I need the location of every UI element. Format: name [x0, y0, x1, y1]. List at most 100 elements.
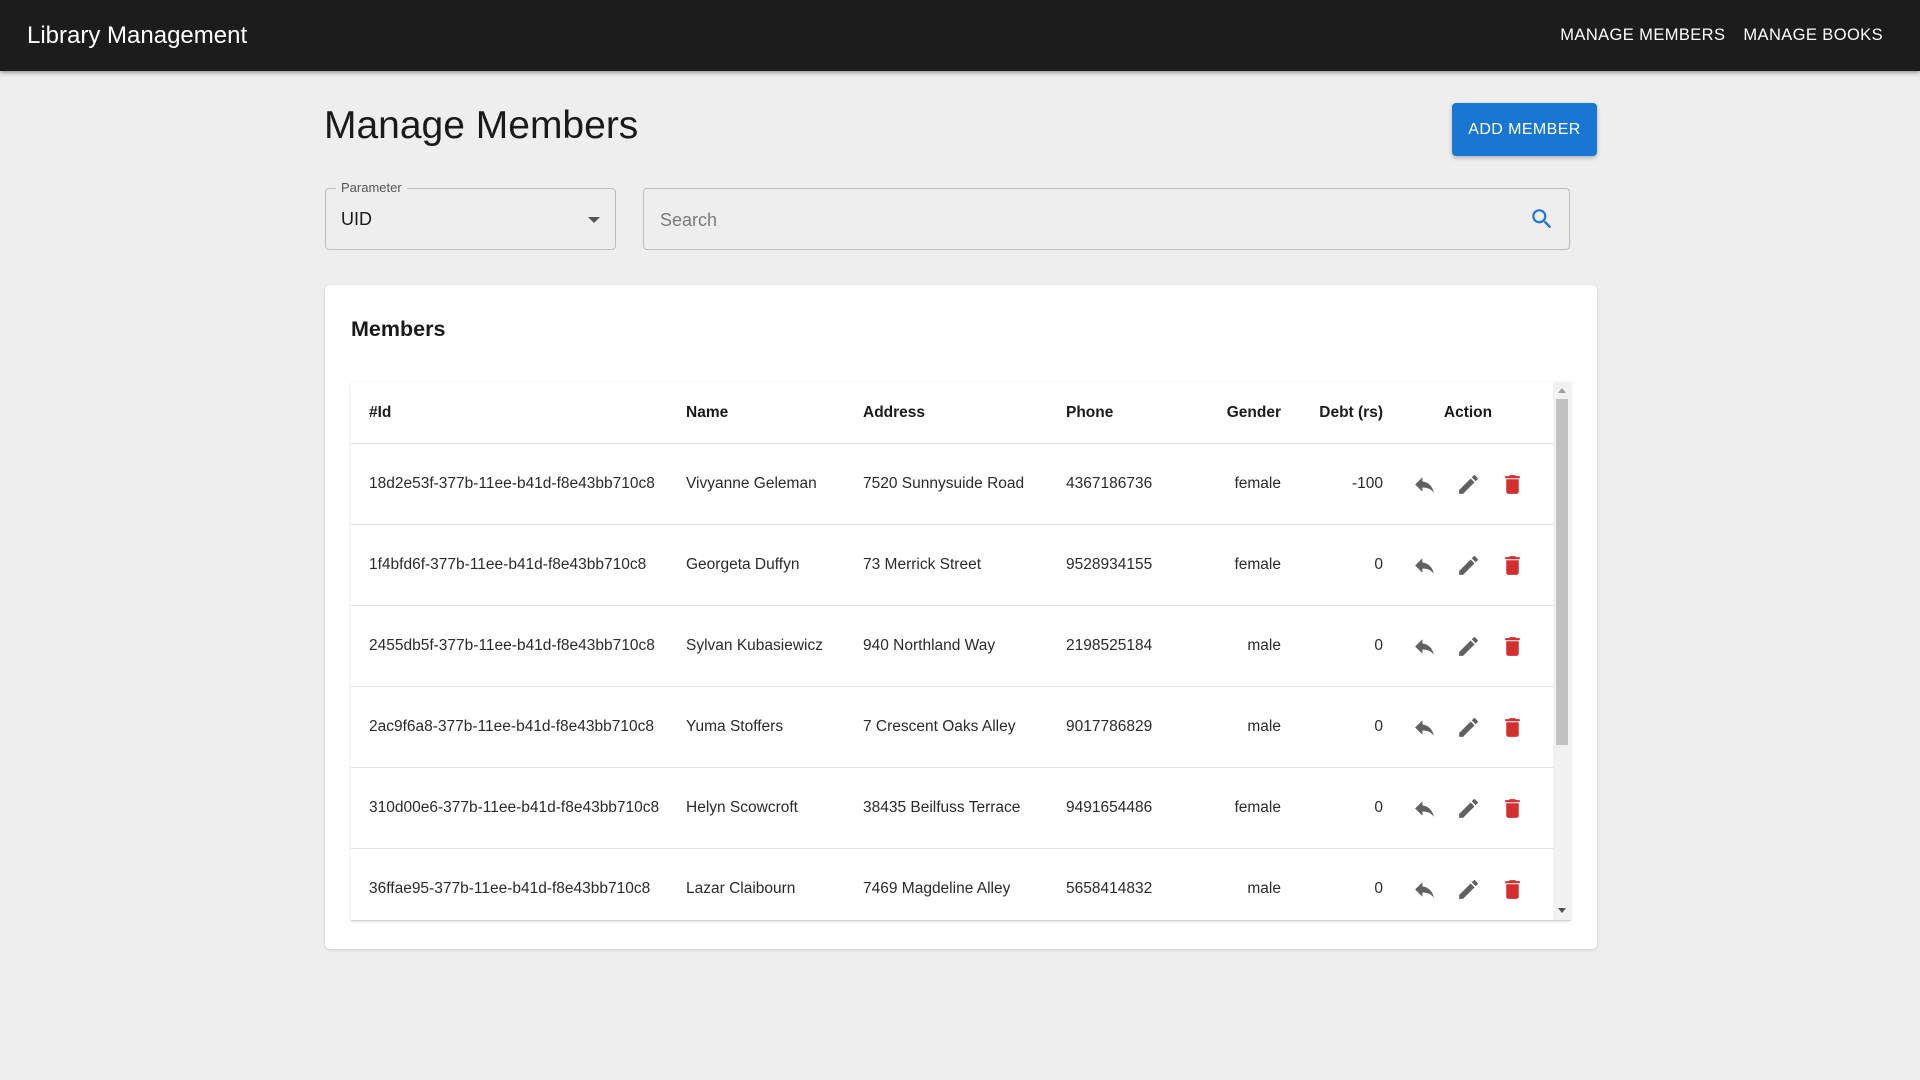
cell-id: 2455db5f-377b-11ee-b41d-f8e43bb710c8 — [351, 605, 686, 687]
page-title: Manage Members — [324, 104, 639, 147]
search-icon[interactable] — [1529, 206, 1555, 232]
parameter-label: Parameter — [336, 180, 407, 195]
cell-name: Lazar Claibourn — [686, 848, 863, 920]
cell-phone: 9491654486 — [1066, 767, 1191, 849]
cell-address: 38435 Beilfuss Terrace — [863, 767, 1066, 849]
nav-manage-books[interactable]: Manage Books — [1734, 18, 1892, 53]
table-row[interactable]: 2455db5f-377b-11ee-b41d-f8e43bb710c8 Syl… — [351, 605, 1553, 687]
app-title: Library Management — [27, 21, 248, 49]
reply-icon[interactable] — [1412, 715, 1437, 740]
trash-icon[interactable] — [1500, 715, 1525, 740]
trash-icon[interactable] — [1500, 553, 1525, 578]
reply-icon[interactable] — [1412, 472, 1437, 497]
header-phone: Phone — [1066, 382, 1191, 444]
cell-id: 2ac9f6a8-377b-11ee-b41d-f8e43bb710c8 — [351, 686, 686, 768]
reply-icon[interactable] — [1412, 796, 1437, 821]
caret-down-icon[interactable] — [588, 217, 600, 223]
parameter-value: UID — [341, 209, 372, 229]
header-id: #Id — [351, 382, 686, 444]
cell-gender: female — [1191, 443, 1281, 525]
cell-debt: 0 — [1281, 848, 1383, 920]
reply-icon[interactable] — [1412, 634, 1437, 659]
pencil-icon[interactable] — [1456, 877, 1481, 902]
pencil-icon[interactable] — [1456, 715, 1481, 740]
table-row[interactable]: 2ac9f6a8-377b-11ee-b41d-f8e43bb710c8 Yum… — [351, 686, 1553, 768]
pencil-icon[interactable] — [1456, 553, 1481, 578]
cell-id: 1f4bfd6f-377b-11ee-b41d-f8e43bb710c8 — [351, 524, 686, 606]
members-card: Members #Id Name Address Phone Gender De… — [325, 285, 1597, 949]
cell-address: 7 Crescent Oaks Alley — [863, 686, 1066, 768]
table-row[interactable]: 18d2e53f-377b-11ee-b41d-f8e43bb710c8 Viv… — [351, 443, 1553, 525]
cell-actions — [1383, 848, 1553, 920]
parameter-select[interactable]: Parameter UID — [325, 180, 616, 250]
cell-gender: male — [1191, 848, 1281, 920]
cell-phone: 5658414832 — [1066, 848, 1191, 920]
table-row[interactable]: 1f4bfd6f-377b-11ee-b41d-f8e43bb710c8 Geo… — [351, 524, 1553, 606]
reply-icon[interactable] — [1412, 877, 1437, 902]
row-actions — [1383, 634, 1553, 659]
row-actions — [1383, 877, 1553, 902]
trash-icon[interactable] — [1500, 877, 1525, 902]
members-table: #Id Name Address Phone Gender Debt (rs) … — [351, 382, 1553, 920]
pencil-icon[interactable] — [1456, 472, 1481, 497]
scrollbar[interactable] — [1553, 382, 1571, 920]
cell-actions — [1383, 767, 1553, 849]
cell-address: 940 Northland Way — [863, 605, 1066, 687]
cell-name: Vivyanne Geleman — [686, 443, 863, 525]
cell-actions — [1383, 524, 1553, 606]
cell-debt: 0 — [1281, 686, 1383, 768]
cell-phone: 2198525184 — [1066, 605, 1191, 687]
cell-phone: 4367186736 — [1066, 443, 1191, 525]
scrollbar-thumb[interactable] — [1556, 399, 1568, 745]
cell-address: 73 Merrick Street — [863, 524, 1066, 606]
cell-address: 7469 Magdeline Alley — [863, 848, 1066, 920]
cell-phone: 9017786829 — [1066, 686, 1191, 768]
row-actions — [1383, 472, 1553, 497]
cell-phone: 9528934155 — [1066, 524, 1191, 606]
app-bar: Library Management Manage Members Manage… — [0, 0, 1920, 71]
cell-actions — [1383, 686, 1553, 768]
cell-debt: 0 — [1281, 767, 1383, 849]
cell-address: 7520 Sunnysuide Road — [863, 443, 1066, 525]
cell-debt: 0 — [1281, 605, 1383, 687]
trash-icon[interactable] — [1500, 472, 1525, 497]
nav-manage-members[interactable]: Manage Members — [1551, 18, 1734, 53]
cell-gender: female — [1191, 524, 1281, 606]
members-title: Members — [351, 317, 446, 341]
cell-id: 36ffae95-377b-11ee-b41d-f8e43bb710c8 — [351, 848, 686, 920]
trash-icon[interactable] — [1500, 634, 1525, 659]
cell-name: Helyn Scowcroft — [686, 767, 863, 849]
row-actions — [1383, 796, 1553, 821]
top-nav: Manage Members Manage Books — [1551, 18, 1892, 53]
pencil-icon[interactable] — [1456, 634, 1481, 659]
table-header-row: #Id Name Address Phone Gender Debt (rs) … — [351, 382, 1553, 444]
header-action: Action — [1383, 382, 1553, 444]
table-row[interactable]: 310d00e6-377b-11ee-b41d-f8e43bb710c8 Hel… — [351, 767, 1553, 849]
scroll-down-arrow-icon[interactable] — [1558, 908, 1566, 913]
search-field — [643, 188, 1570, 250]
table-row[interactable]: 36ffae95-377b-11ee-b41d-f8e43bb710c8 Laz… — [351, 848, 1553, 920]
cell-debt: -100 — [1281, 443, 1383, 525]
scroll-up-arrow-icon[interactable] — [1558, 388, 1566, 393]
row-actions — [1383, 715, 1553, 740]
add-member-button[interactable]: Add Member — [1452, 103, 1597, 156]
pencil-icon[interactable] — [1456, 796, 1481, 821]
search-input[interactable] — [658, 205, 1512, 235]
header-address: Address — [863, 382, 1066, 444]
cell-gender: male — [1191, 605, 1281, 687]
table-body: 18d2e53f-377b-11ee-b41d-f8e43bb710c8 Viv… — [351, 443, 1553, 920]
trash-icon[interactable] — [1500, 796, 1525, 821]
header-name: Name — [686, 382, 863, 444]
cell-gender: male — [1191, 686, 1281, 768]
members-table-container: #Id Name Address Phone Gender Debt (rs) … — [351, 382, 1571, 921]
cell-name: Sylvan Kubasiewicz — [686, 605, 863, 687]
cell-actions — [1383, 443, 1553, 525]
cell-id: 18d2e53f-377b-11ee-b41d-f8e43bb710c8 — [351, 443, 686, 525]
cell-name: Yuma Stoffers — [686, 686, 863, 768]
cell-actions — [1383, 605, 1553, 687]
cell-gender: female — [1191, 767, 1281, 849]
header-debt: Debt (rs) — [1281, 382, 1383, 444]
cell-id: 310d00e6-377b-11ee-b41d-f8e43bb710c8 — [351, 767, 686, 849]
reply-icon[interactable] — [1412, 553, 1437, 578]
row-actions — [1383, 553, 1553, 578]
